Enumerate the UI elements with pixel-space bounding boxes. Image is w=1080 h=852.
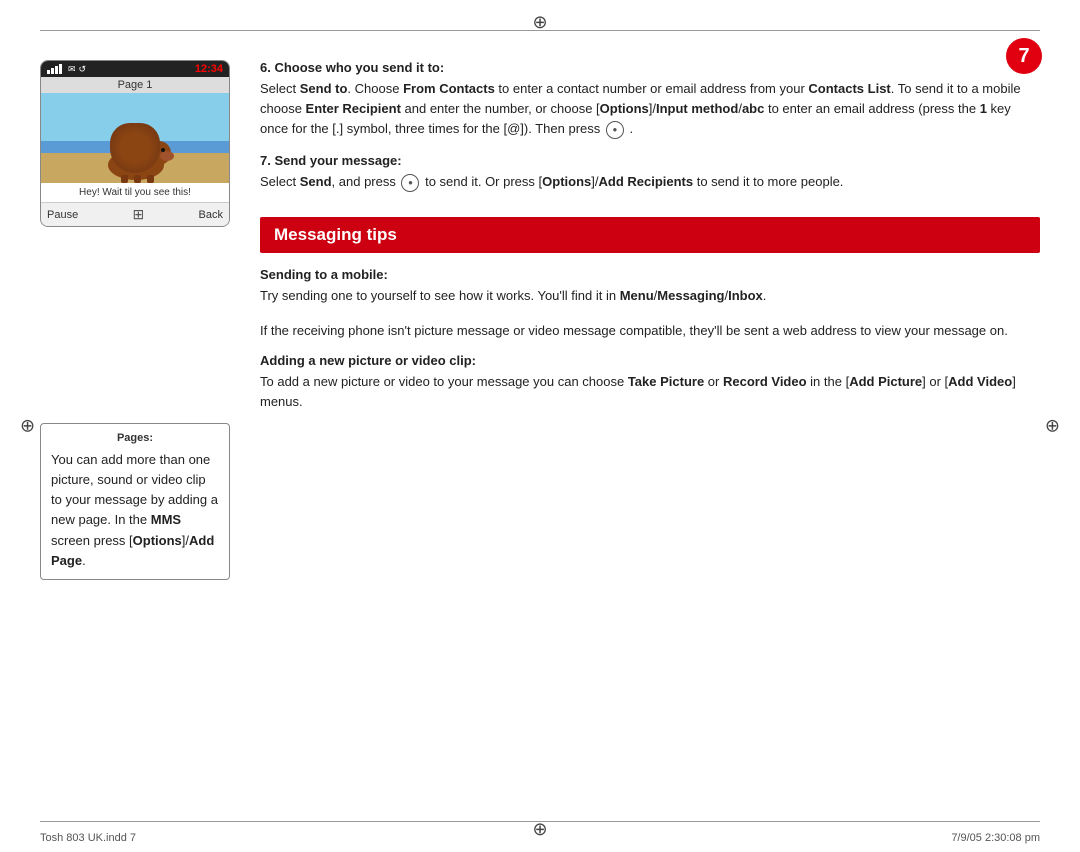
signal-bars (47, 64, 62, 74)
phone-image-svg (41, 93, 229, 183)
phone-sync-icon: ↺ (79, 64, 87, 75)
footer-left: Tosh 803 UK.indd 7 (40, 832, 136, 844)
phone-divider-icon: ⊞ (133, 206, 145, 223)
section-7-heading: 7. Send your message: (260, 153, 1040, 168)
signal-bar-4 (59, 64, 62, 74)
tips-adding-heading: Adding a new picture or video clip: (260, 353, 1040, 368)
pages-box-title: Pages: (51, 432, 219, 444)
center-button-icon: ● (606, 121, 624, 139)
phone-page-label: Page 1 (41, 77, 229, 93)
section-7: 7. Send your message: Select Send, and p… (260, 153, 1040, 192)
phone-caption: Hey! Wait til you see this! (41, 183, 229, 202)
page-border-bottom (40, 821, 1040, 822)
messaging-tips-label: Messaging tips (274, 225, 397, 244)
phone-pause-button[interactable]: Pause (47, 209, 78, 221)
main-content: ✉ ↺ 12:34 Page 1 (40, 60, 1040, 802)
phone-image-area (41, 93, 229, 183)
page-border-top (40, 30, 1040, 31)
footer: Tosh 803 UK.indd 7 7/9/05 2:30:08 pm (40, 832, 1040, 844)
phone-time: 12:34 (195, 63, 223, 75)
phone-status-left: ✉ ↺ (47, 64, 86, 75)
tips-section-adding: Adding a new picture or video clip: To a… (260, 353, 1040, 412)
section-7-text: Select Send, and press ● to send it. Or … (260, 172, 1040, 192)
phone-status-bar: ✉ ↺ 12:34 (41, 61, 229, 77)
section-6-heading: 6. Choose who you send it to: (260, 60, 1040, 75)
tips-sending-heading: Sending to a mobile: (260, 267, 1040, 282)
phone-back-button[interactable]: Back (199, 209, 223, 221)
tips-sending-text2: If the receiving phone isn't picture mes… (260, 321, 1040, 341)
footer-right: 7/9/05 2:30:08 pm (951, 832, 1040, 844)
right-column: 6. Choose who you send it to: Select Sen… (260, 60, 1040, 802)
signal-bar-2 (51, 68, 54, 74)
section-6: 6. Choose who you send it to: Select Sen… (260, 60, 1040, 139)
section-6-text: Select Send to. Choose From Contacts to … (260, 79, 1040, 139)
phone-mockup: ✉ ↺ 12:34 Page 1 (40, 60, 230, 227)
pages-info-box: Pages: You can add more than one picture… (40, 423, 230, 580)
phone-buttons: Pause ⊞ Back (41, 202, 229, 226)
signal-bar-3 (55, 66, 58, 74)
crosshair-right-icon: ⊕ (1045, 416, 1060, 437)
phone-image-dog (41, 93, 229, 183)
tips-section-sending: Sending to a mobile: Try sending one to … (260, 267, 1040, 341)
signal-bar-1 (47, 70, 50, 74)
center-button-icon-2: ● (401, 174, 419, 192)
messaging-tips-banner: Messaging tips (260, 217, 1040, 253)
left-column: ✉ ↺ 12:34 Page 1 (40, 60, 240, 802)
crosshair-left-icon: ⊕ (20, 416, 35, 437)
phone-envelope-icon: ✉ (68, 64, 76, 75)
tips-adding-text: To add a new picture or video to your me… (260, 372, 1040, 412)
tips-sending-text1: Try sending one to yourself to see how i… (260, 286, 1040, 306)
pages-box-text: You can add more than one picture, sound… (51, 450, 219, 571)
